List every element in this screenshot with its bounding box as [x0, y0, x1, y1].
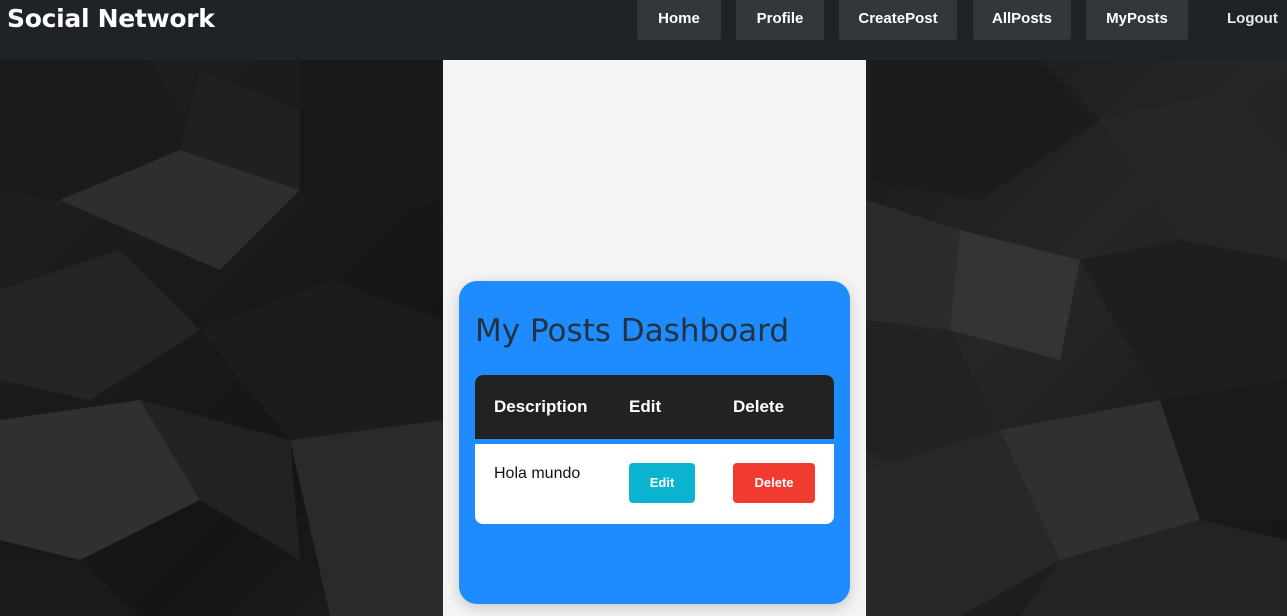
column-header-delete: Delete [733, 397, 785, 416]
column-header-edit: Edit [629, 397, 662, 416]
delete-post-button[interactable]: Delete [733, 463, 815, 503]
posts-table: Description Edit Delete Hola mundo Edit … [475, 375, 834, 524]
post-description: Hola mundo [494, 465, 581, 482]
nav-home-button[interactable]: Home [637, 0, 721, 40]
edit-post-button[interactable]: Edit [629, 463, 695, 503]
dashboard-title: My Posts Dashboard [475, 313, 789, 349]
dashboard-card: My Posts Dashboard Description Edit Dele… [459, 281, 850, 604]
nav-allposts-button[interactable]: AllPosts [973, 0, 1071, 40]
nav-createpost-button[interactable]: CreatePost [839, 0, 957, 40]
header-divider [475, 439, 834, 444]
brand-title[interactable]: Social Network [7, 4, 215, 33]
nav-myposts-button[interactable]: MyPosts [1086, 0, 1188, 40]
top-navbar: Social Network Home Profile CreatePost A… [0, 0, 1287, 60]
logout-button[interactable]: Logout [1212, 0, 1287, 40]
column-header-description: Description [494, 397, 588, 416]
nav-profile-button[interactable]: Profile [736, 0, 824, 40]
table-header: Description Edit Delete [475, 375, 834, 439]
